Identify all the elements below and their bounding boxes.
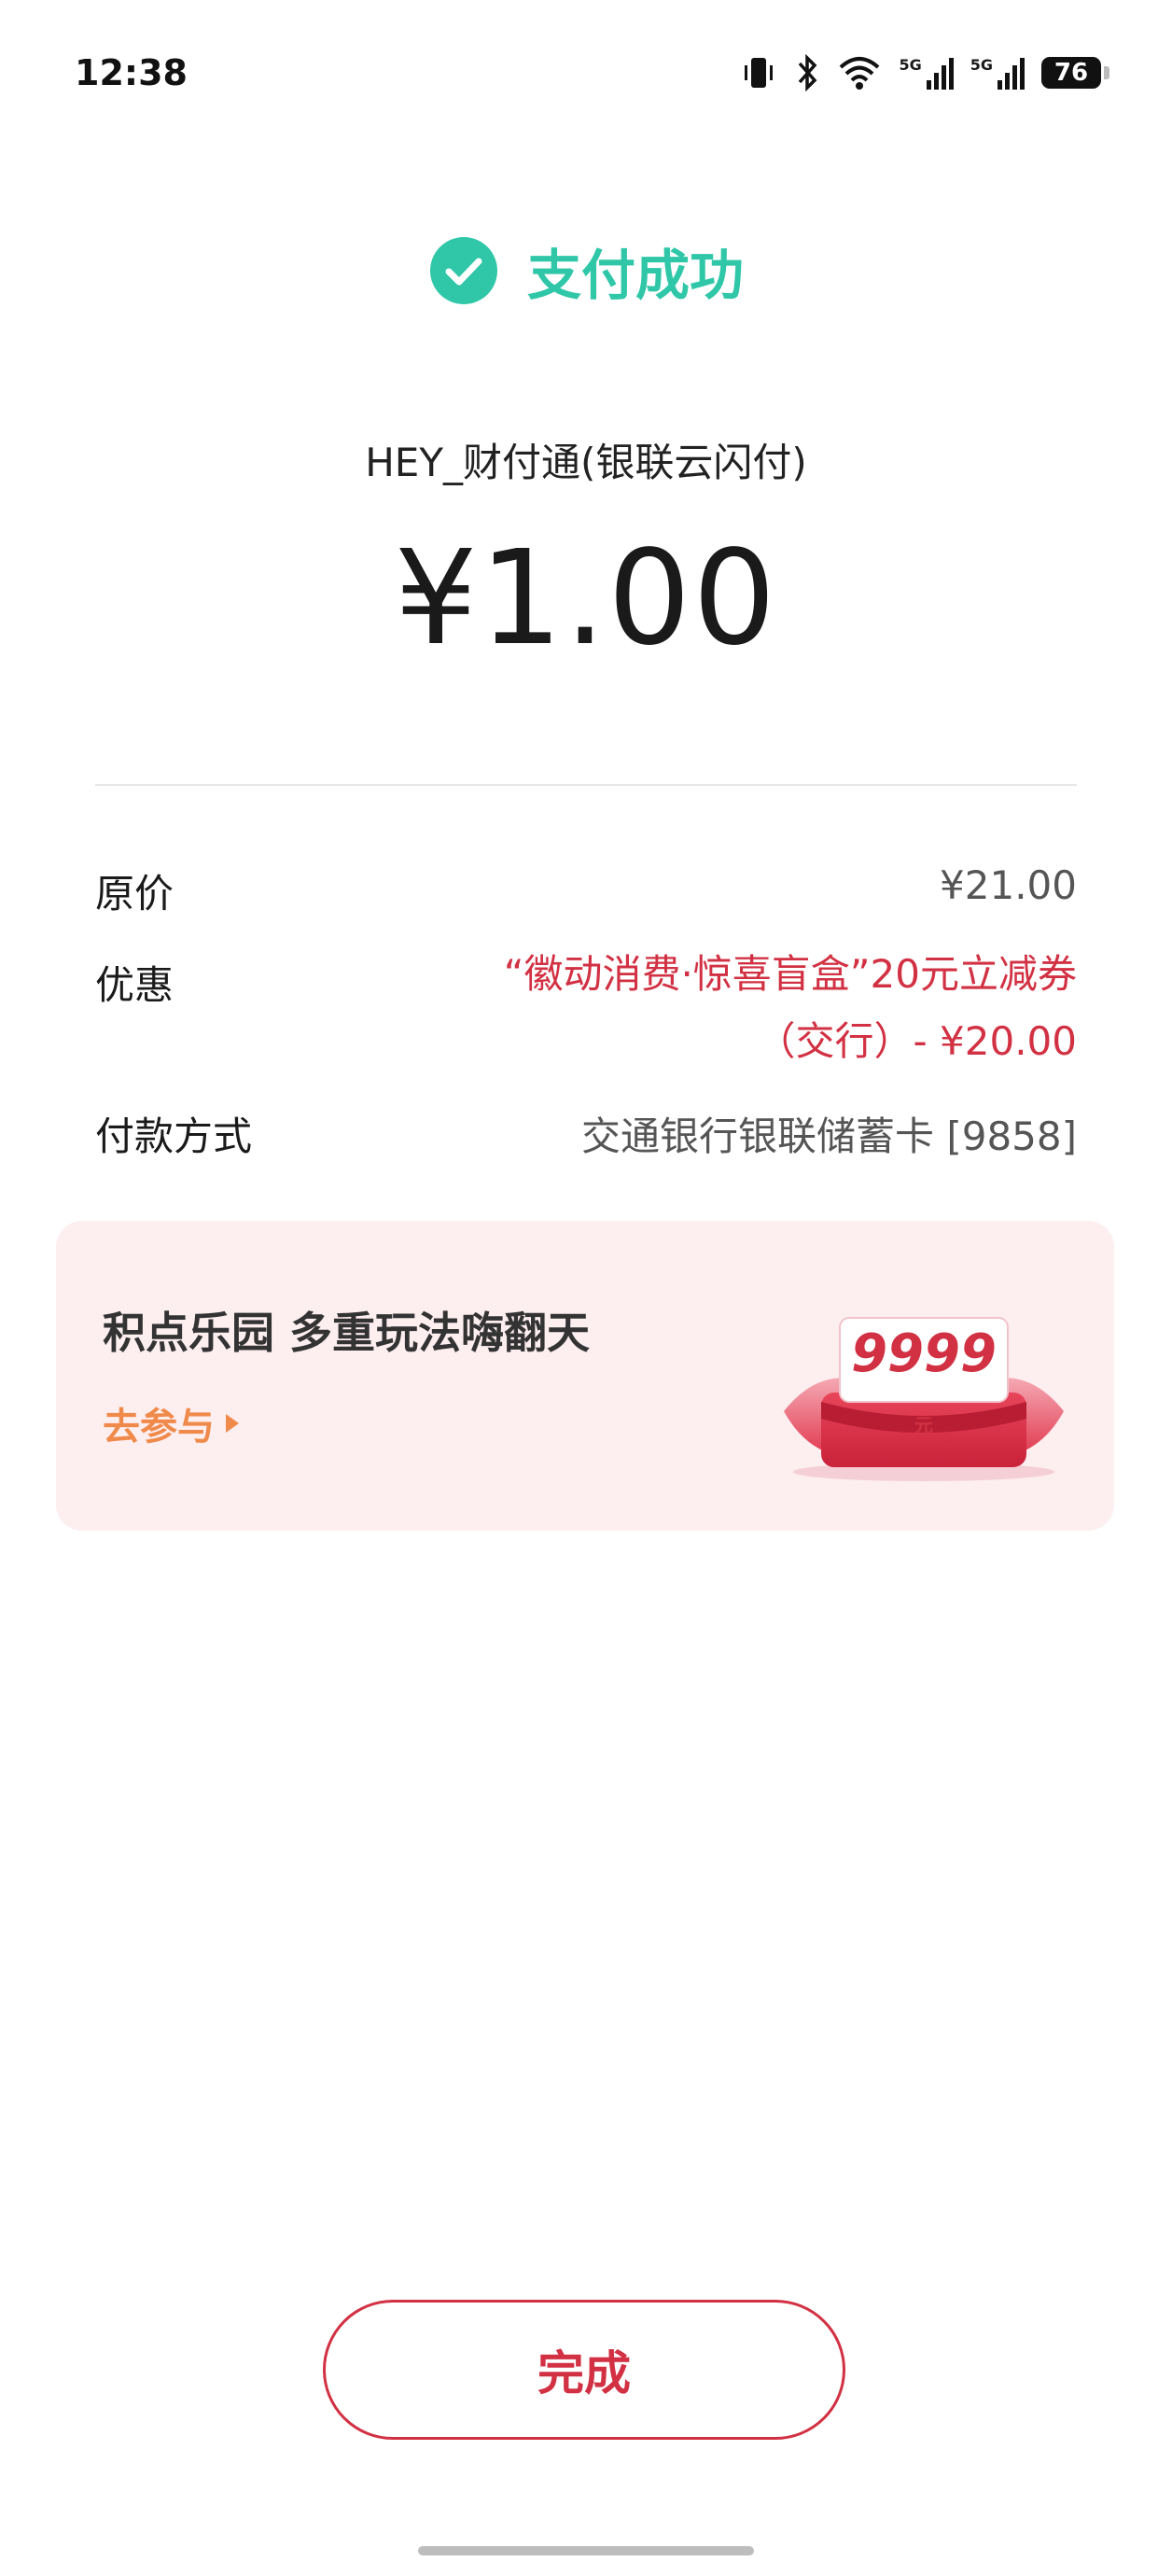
gift-box-icon: 9999 元 — [765, 1299, 1082, 1486]
signal-5g-icon: 5G — [899, 56, 954, 90]
discount-line-1: “徽动消费·惊喜盲盒”20元立减券 — [503, 951, 1077, 997]
signal-5g-icon-2: 5G — [970, 56, 1025, 90]
merchant-name: HEY_财付通(银联云闪付) — [365, 440, 807, 485]
original-price-label: 原价 — [95, 871, 174, 917]
check-circle-icon — [429, 237, 497, 304]
done-button[interactable]: 完成 — [323, 2300, 845, 2440]
promo-join-label: 去参与 — [103, 1406, 215, 1449]
promo-badge-number: 9999 — [851, 1323, 997, 1384]
battery-icon: 76 — [1041, 57, 1109, 89]
promo-join-link[interactable]: 去参与 — [103, 1396, 239, 1450]
promo-badge: 9999 元 — [849, 1323, 998, 1445]
divider — [95, 784, 1077, 786]
play-arrow-icon — [226, 1414, 239, 1433]
payment-method-value: 交通银行银联储蓄卡 [9858] — [580, 1113, 1077, 1159]
vibrate-icon — [745, 58, 774, 88]
discount-value: “徽动消费·惊喜盲盒”20元立减券 （交行）- ¥20.00 — [504, 941, 1077, 1075]
payment-method-label: 付款方式 — [95, 1113, 253, 1159]
bluetooth-icon — [799, 54, 817, 91]
success-text: 支付成功 — [526, 244, 744, 307]
home-indicator[interactable] — [418, 2546, 754, 2555]
status-time: 12:38 — [75, 52, 188, 93]
success-header: 支付成功 — [0, 231, 1172, 310]
wifi-icon — [840, 57, 880, 90]
promo-badge-unit: 元 — [914, 1414, 933, 1436]
original-price-value: ¥21.00 — [940, 862, 1077, 908]
promo-card[interactable]: 积点乐园 多重玩法嗨翻天 去参与 9999 元 — [56, 1221, 1114, 1531]
payment-amount: ¥1.00 — [394, 523, 778, 675]
discount-line-2: （交行）- ¥20.00 — [756, 1018, 1077, 1064]
status-icons: 5G 5G 76 — [740, 54, 1109, 91]
promo-title: 积点乐园 多重玩法嗨翻天 — [103, 1308, 591, 1358]
discount-label: 优惠 — [95, 962, 174, 1008]
